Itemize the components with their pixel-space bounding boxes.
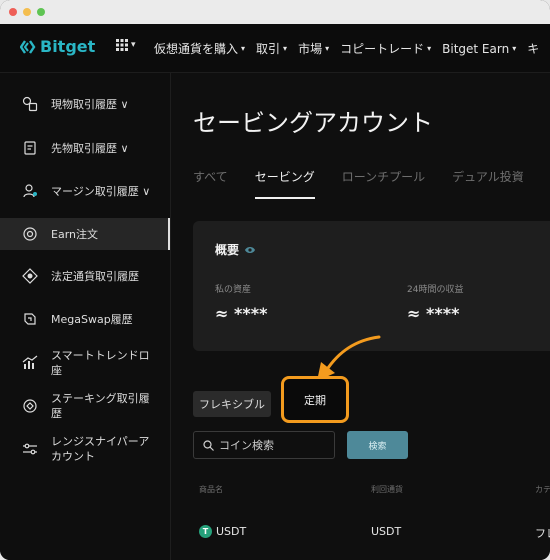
chevron-down-icon: ▾	[325, 44, 330, 53]
sidebar-item-fiat-history[interactable]: 法定通貨取引履歴	[0, 265, 170, 287]
sidebar-item-label: 法定通貨取引履歴	[51, 269, 139, 283]
page-title: セービングアカウント	[193, 109, 433, 137]
sidebar-item-label: MegaSwap履歴	[51, 312, 133, 326]
margin-history-icon	[21, 182, 39, 200]
usdt-coin-icon: T	[199, 525, 212, 538]
earn-icon	[21, 225, 39, 243]
sidebar-item-label: スマートトレンドロ 座	[51, 349, 150, 377]
sidebar-item-range-sniper[interactable]: レンジスナイパーア カウント	[0, 432, 170, 466]
fiat-icon	[21, 267, 39, 285]
fixed-term-segment-button[interactable]: 定期	[281, 376, 349, 423]
top-navbar: Bitget ▾ 仮想通貨を購入 ▾ 取引 ▾ 市場 ▾ コピートレード ▾ Bitge…	[0, 24, 550, 73]
minimize-window-button[interactable]	[23, 8, 31, 16]
sidebar-item-margin-history[interactable]: マージン取引履歴 ∨	[0, 180, 170, 202]
row-product: USDT	[216, 525, 247, 538]
earnings-24h-value: ≈ ****	[407, 304, 460, 323]
nav-more[interactable]: キ	[527, 40, 539, 57]
tab-all[interactable]: すべて	[193, 168, 228, 199]
sidebar-item-futures-history[interactable]: 先物取引履歴 ∨	[0, 137, 170, 159]
chevron-down-icon: ∨	[120, 141, 129, 155]
chevron-down-icon: ∨	[120, 97, 129, 111]
futures-history-icon	[21, 139, 39, 157]
window-titlebar	[0, 0, 550, 24]
logo-text: Bitget	[40, 37, 96, 56]
search-icon	[203, 439, 214, 451]
table-header-currency: 利回通貨	[371, 485, 403, 494]
sidebar-item-earn-orders[interactable]: Earn注文	[0, 218, 170, 250]
staking-icon	[21, 397, 39, 415]
table-row[interactable]: T USDT	[199, 525, 246, 538]
sidebar-item-label: 現物取引履歴	[51, 97, 117, 111]
flexible-segment-button[interactable]: フレキシブル	[193, 391, 271, 417]
tab-dual-investment[interactable]: デュアル投資	[452, 168, 524, 199]
nav-markets[interactable]: 市場 ▾	[298, 40, 329, 57]
sidebar-item-megaswap-history[interactable]: MegaSwap履歴	[0, 308, 170, 330]
grid-icon	[116, 39, 128, 51]
overview-card: 概要 私の資産 ≈ **** 24時間の収益 ≈ ****	[193, 221, 550, 351]
sidebar-item-label: 先物取引履歴	[51, 141, 117, 155]
chevron-down-icon: ▾	[283, 44, 288, 53]
nav-buy-crypto[interactable]: 仮想通貨を購入 ▾	[154, 40, 245, 57]
sidebar-item-spot-history[interactable]: 現物取引履歴 ∨	[0, 93, 170, 115]
sidebar-item-label: ステーキング取引履 歴	[51, 392, 150, 420]
sidebar-item-label: レンジスナイパーア カウント	[51, 435, 150, 463]
row-category: フレ	[535, 527, 550, 540]
search-placeholder: コイン検索	[219, 439, 274, 452]
product-tabs: すべて セービング ローンチプール デュアル投資 S	[193, 168, 550, 199]
chevron-down-icon: ▾	[512, 44, 517, 53]
sidebar: 現物取引履歴 ∨ 先物取引履歴 ∨ マージン取引履歴 ∨ Earn注文 法定通貨…	[0, 73, 171, 560]
nav-links: 仮想通貨を購入 ▾ 取引 ▾ 市場 ▾ コピートレード ▾ Bitget Earn ▾ キ	[154, 40, 550, 57]
maximize-window-button[interactable]	[37, 8, 45, 16]
search-button[interactable]: 検索	[347, 431, 408, 459]
tab-launchpool[interactable]: ローンチプール	[342, 168, 425, 199]
trend-icon	[21, 354, 39, 372]
chevron-down-icon: ▾	[427, 44, 432, 53]
coin-search-input[interactable]: コイン検索	[193, 431, 335, 459]
earnings-24h-label: 24時間の収益	[407, 285, 464, 295]
chevron-down-icon: ▾	[131, 40, 136, 50]
nav-copy-trade[interactable]: コピートレード ▾	[340, 40, 431, 57]
table-header-category: カテ	[535, 485, 550, 494]
spot-history-icon	[21, 95, 39, 113]
table-header-product: 商品名	[199, 485, 223, 494]
bitget-logo[interactable]: Bitget	[20, 37, 95, 56]
nav-trade[interactable]: 取引 ▾	[256, 40, 287, 57]
app-window: Bitget ▾ 仮想通貨を購入 ▾ 取引 ▾ 市場 ▾ コピートレード ▾ Bitge…	[0, 0, 550, 560]
row-currency: USDT	[371, 525, 402, 538]
bitget-logo-icon	[20, 39, 36, 54]
sidebar-item-smart-trend[interactable]: スマートトレンドロ 座	[0, 346, 170, 380]
nav-bitget-earn[interactable]: Bitget Earn ▾	[442, 40, 516, 57]
main-content: セービングアカウント すべて セービング ローンチプール デュアル投資 S 概要…	[171, 73, 550, 560]
close-window-button[interactable]	[9, 8, 17, 16]
my-assets-label: 私の資産	[215, 285, 252, 295]
overview-title: 概要	[215, 243, 240, 257]
range-sniper-icon	[21, 440, 39, 458]
sidebar-item-staking-history[interactable]: ステーキング取引履 歴	[0, 389, 170, 423]
chevron-down-icon: ∨	[142, 184, 151, 198]
sidebar-item-label: マージン取引履歴	[51, 184, 139, 198]
chevron-down-icon: ▾	[241, 44, 246, 53]
sidebar-item-label: Earn注文	[51, 227, 98, 241]
eye-icon[interactable]	[245, 246, 256, 254]
tab-savings[interactable]: セービング	[254, 168, 315, 199]
megaswap-icon	[21, 310, 39, 328]
my-assets-value: ≈ ****	[215, 304, 268, 323]
apps-menu-button[interactable]: ▾	[116, 39, 136, 51]
